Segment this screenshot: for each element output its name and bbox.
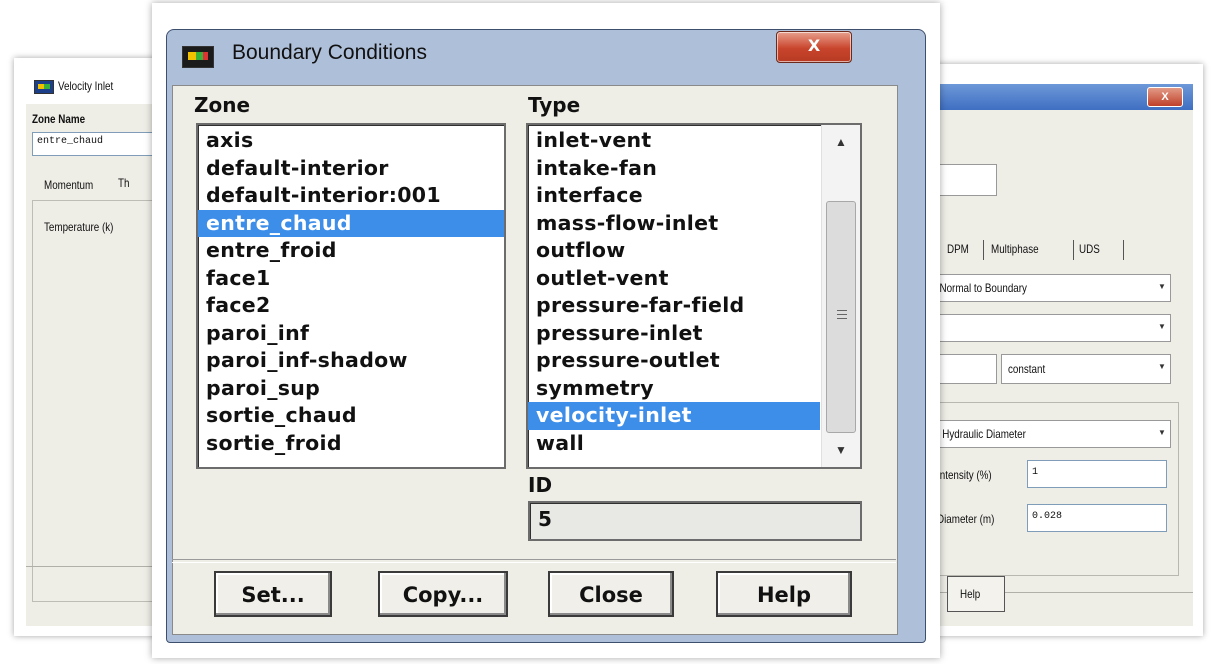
dialog-title: Boundary Conditions: [232, 41, 427, 64]
left-separator: [26, 566, 164, 567]
scroll-down-icon[interactable]: ▼: [822, 435, 860, 465]
type-item[interactable]: outflow: [528, 237, 820, 265]
velocity-inlet-titlebar: Velocity Inlet: [26, 68, 164, 105]
zone-item[interactable]: paroi_inf-shadow: [198, 347, 504, 375]
set-button[interactable]: Set...: [214, 571, 332, 617]
profile-dropdown[interactable]: constant ▼: [1001, 354, 1171, 384]
type-item[interactable]: mass-flow-inlet: [528, 210, 820, 238]
scroll-up-icon[interactable]: ▲: [822, 127, 860, 157]
close-icon[interactable]: X: [1147, 87, 1183, 107]
zone-item[interactable]: paroi_inf: [198, 320, 504, 348]
zone-name-field[interactable]: entre_chaud: [32, 132, 164, 156]
type-listbox[interactable]: inlet-vent intake-fan interface mass-flo…: [526, 123, 862, 469]
velocity-spec-dropdown[interactable]: , Normal to Boundary ▼: [929, 274, 1171, 302]
type-item[interactable]: interface: [528, 182, 820, 210]
intensity-value: 1: [1032, 467, 1039, 478]
chevron-down-icon: ▼: [1158, 322, 1166, 331]
type-item[interactable]: intake-fan: [528, 155, 820, 183]
type-item[interactable]: pressure-outlet: [528, 347, 820, 375]
type-label: Type: [528, 93, 581, 117]
type-item[interactable]: inlet-vent: [528, 127, 820, 155]
type-item[interactable]: pressure-inlet: [528, 320, 820, 348]
copy-button[interactable]: Copy...: [378, 571, 508, 617]
help-button[interactable]: Help: [716, 571, 852, 617]
diameter-label: Diameter (m): [937, 512, 995, 526]
zone-item[interactable]: entre_froid: [198, 237, 504, 265]
tab-divider: [1073, 240, 1074, 260]
tab-divider: [983, 240, 984, 260]
tab-multiphase[interactable]: Multiphase: [991, 242, 1039, 256]
help-button-right[interactable]: Help: [947, 576, 1005, 612]
tab-momentum[interactable]: Momentum: [44, 178, 93, 192]
right-client: s DPM Multiphase UDS , Normal to Boundar…: [927, 110, 1193, 626]
tab-uds[interactable]: UDS: [1079, 242, 1100, 256]
scrollbar-thumb[interactable]: [826, 201, 856, 433]
tab-dpm[interactable]: DPM: [947, 242, 969, 256]
chevron-down-icon: ▼: [1158, 362, 1166, 371]
id-field: 5: [528, 501, 862, 541]
zone-label: Zone: [194, 93, 251, 117]
close-button[interactable]: Close: [548, 571, 674, 617]
type-item[interactable]: wall: [528, 430, 820, 458]
type-item[interactable]: pressure-far-field: [528, 292, 820, 320]
boundary-conditions-dialog: Boundary Conditions X Zone Type axis def…: [152, 3, 940, 658]
profile-value: constant: [1008, 362, 1046, 376]
diameter-value: 0.028: [1032, 511, 1063, 522]
velocity-inlet-window: Velocity Inlet Zone Name entre_chaud Mom…: [14, 58, 164, 636]
help-button-right-label: Help: [960, 587, 981, 601]
zone-item[interactable]: paroi_sup: [198, 375, 504, 403]
zone-item-selected[interactable]: entre_chaud: [198, 209, 504, 237]
tab-divider: [1123, 240, 1124, 260]
fluent-app-icon: [34, 80, 54, 94]
zone-item[interactable]: axis: [198, 127, 504, 155]
velocity-inlet-window-right: X s DPM Multiphase UDS , Normal to Bound…: [905, 64, 1203, 636]
type-item[interactable]: symmetry: [528, 375, 820, 403]
reference-frame-dropdown[interactable]: ▼: [929, 314, 1171, 342]
turbulence-spec-dropdown[interactable]: d Hydraulic Diameter ▼: [929, 420, 1171, 448]
turbulence-spec-value: d Hydraulic Diameter: [934, 427, 1026, 441]
chevron-down-icon: ▼: [1158, 282, 1166, 291]
diameter-field[interactable]: 0.028: [1027, 504, 1167, 532]
zone-item[interactable]: default-interior:001: [198, 182, 504, 210]
id-value: 5: [538, 507, 552, 531]
zone-name-label: Zone Name: [32, 112, 86, 126]
velocity-spec-value: , Normal to Boundary: [934, 281, 1027, 295]
zone-item[interactable]: face2: [198, 292, 504, 320]
fluent-app-icon: [182, 46, 214, 68]
intensity-field[interactable]: 1: [1027, 460, 1167, 488]
zone-item[interactable]: face1: [198, 265, 504, 293]
close-icon[interactable]: X: [776, 31, 852, 63]
chevron-down-icon: ▼: [1158, 428, 1166, 437]
type-scrollbar[interactable]: ▲ ▼: [821, 125, 860, 467]
type-item-selected[interactable]: velocity-inlet: [528, 402, 820, 430]
zone-item[interactable]: default-interior: [198, 155, 504, 183]
momentum-panel: [32, 200, 164, 602]
zone-name-value: entre_chaud: [37, 136, 104, 147]
zone-listbox[interactable]: axis default-interior default-interior:0…: [196, 123, 506, 469]
type-item[interactable]: outlet-vent: [528, 265, 820, 293]
velocity-inlet-title: Velocity Inlet: [58, 79, 114, 93]
intensity-label: Intensity (%): [937, 468, 992, 482]
tab-thermal[interactable]: Th: [118, 176, 129, 190]
zone-item[interactable]: sortie_chaud: [198, 402, 504, 430]
zone-item[interactable]: sortie_froid: [198, 430, 504, 458]
button-separator: [172, 559, 896, 563]
id-label: ID: [528, 473, 553, 497]
velocity-inlet-client: Zone Name entre_chaud Momentum Th Temper…: [26, 104, 164, 626]
right-titlebar: X: [927, 84, 1193, 110]
